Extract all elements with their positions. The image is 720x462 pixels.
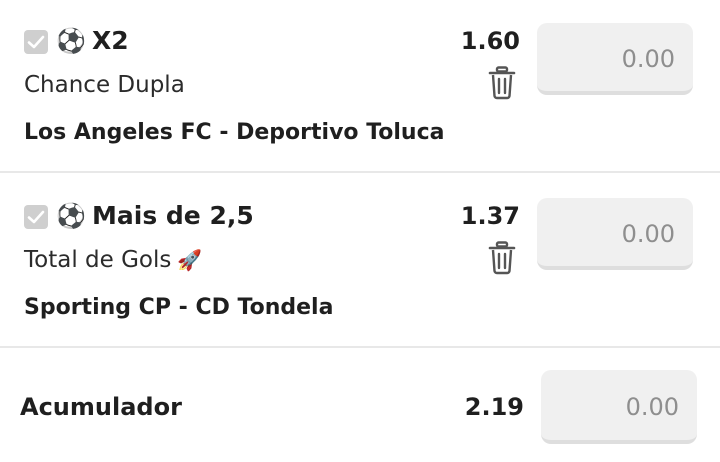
- away-team: CD Tondela: [195, 295, 334, 320]
- market-name: Total de Gols 🚀: [24, 245, 202, 275]
- away-team: Deportivo Toluca: [236, 120, 445, 145]
- bet-slip-item: ⚽ Mais de 2,5 Total de Gols 🚀 Sporting CP…: [0, 175, 720, 348]
- stake-input[interactable]: 0.00: [537, 198, 693, 270]
- trash-icon[interactable]: [488, 241, 516, 275]
- selection-name: Mais de 2,5: [92, 201, 254, 230]
- match-name: Los Angeles FC - Deportivo Toluca: [24, 118, 444, 148]
- match-name: Sporting CP - CD Tondela: [24, 293, 333, 323]
- odds-value: 1.60: [460, 27, 520, 55]
- home-team: Sporting CP: [24, 295, 171, 320]
- rocket-icon: 🚀: [177, 248, 203, 272]
- selection-checkbox[interactable]: [24, 205, 48, 229]
- accumulator-stake-input[interactable]: 0.00: [541, 370, 697, 444]
- odds-value: 1.37: [460, 202, 520, 230]
- accumulator-odds: 2.19: [464, 393, 524, 421]
- soccer-ball-icon: ⚽: [56, 202, 86, 230]
- bet-slip-item: ⚽ X2 Chance Dupla Los Angeles FC - Depor…: [0, 0, 720, 173]
- stake-input[interactable]: 0.00: [537, 23, 693, 95]
- trash-icon[interactable]: [488, 66, 516, 100]
- checkmark-icon: [27, 210, 45, 224]
- accumulator-label: Acumulador: [20, 393, 182, 421]
- market-label: Chance Dupla: [24, 72, 185, 98]
- accumulator-row: Acumulador 2.19 0.00: [0, 350, 720, 462]
- market-name: Chance Dupla: [24, 70, 185, 100]
- match-separator: -: [219, 120, 229, 145]
- home-team: Los Angeles FC: [24, 120, 212, 145]
- checkmark-icon: [27, 35, 45, 49]
- selection-name: X2: [92, 26, 129, 55]
- market-label: Total de Gols: [24, 247, 172, 273]
- match-separator: -: [178, 295, 188, 320]
- soccer-ball-icon: ⚽: [56, 27, 86, 55]
- selection-checkbox[interactable]: [24, 30, 48, 54]
